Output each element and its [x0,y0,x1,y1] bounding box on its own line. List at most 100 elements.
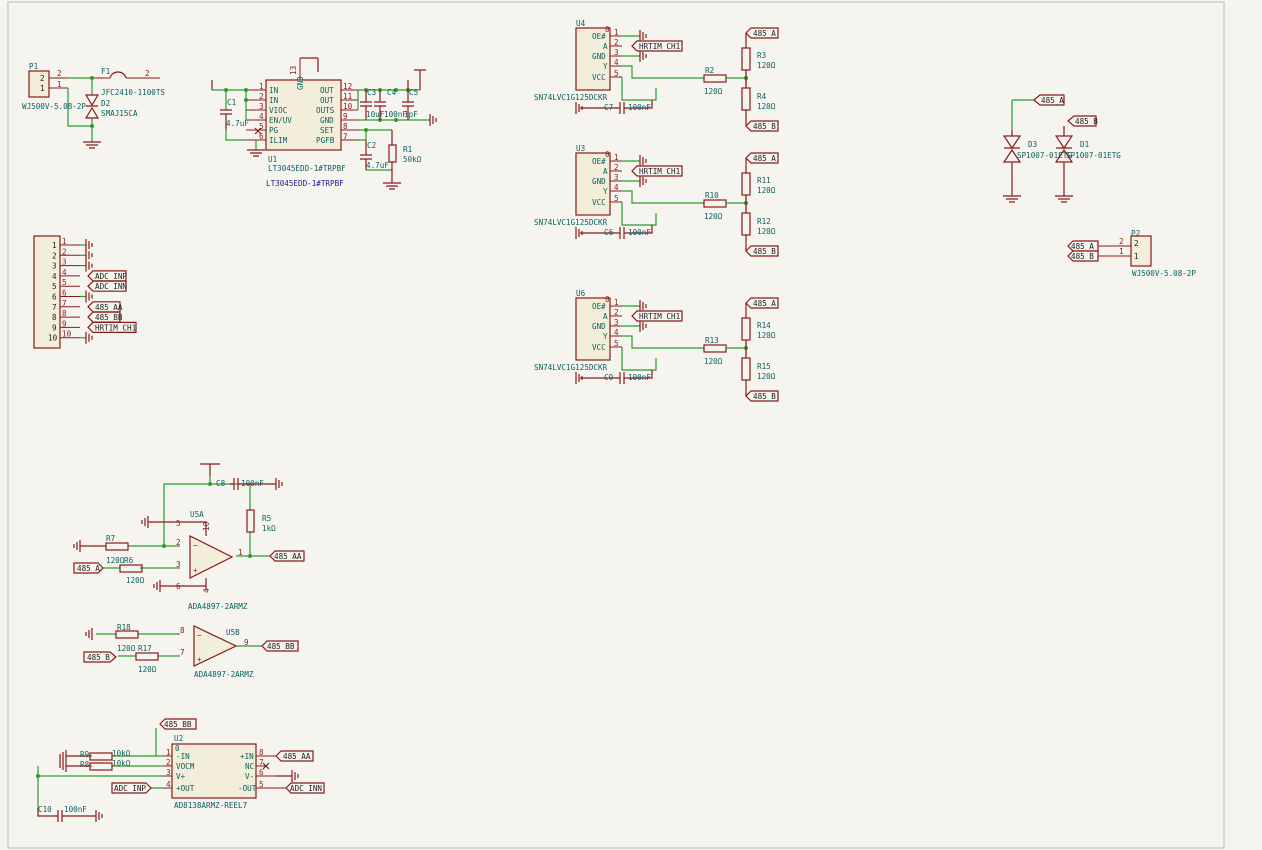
c2-value: 4.7uF [366,161,389,170]
net-label-485-a[interactable]: 485_A [73,562,104,574]
net-label-485-b[interactable]: 485_B [1067,250,1099,262]
buffer-pin-num: 5 [614,194,619,203]
u5b-pin: 9 [244,638,249,647]
minus-sign: − [193,541,198,550]
resistor-value: 120Ω [757,102,776,111]
u1-ref: U1 [268,155,278,164]
c5-value: 1pF [404,110,418,119]
net-label-hrtim-ch1[interactable]: HRTIM_CH1 [87,321,137,333]
conn10-pin: 2 [62,247,67,256]
net-label-adc-inn[interactable]: ADC_INN [87,280,127,292]
r6-ref: R6 [124,556,134,565]
u5a-ref: U5A [190,510,204,519]
buffer-pin-num: 3 [614,318,619,327]
d2-ref: D2 [101,99,110,108]
net-label-text: 485_B [753,247,776,256]
buffer-pin-name: GND [592,52,606,61]
net-label-485-a[interactable]: 485_A [745,27,779,39]
net-label-485-bb[interactable]: 485_BB [261,640,299,652]
resistor-ref: R2 [705,66,714,75]
u2-pin-name: V- [245,772,254,781]
net-label-485-a[interactable]: 485_A [745,297,779,309]
u1-pin-name: GND [320,116,334,125]
resistor-ref: R12 [757,217,771,226]
u1-pin-num: 10 [343,102,353,111]
conn10-inner-pin: 8 [52,313,57,322]
net-label-485-b[interactable]: 485_B [745,120,779,132]
plus-sign: + [197,655,202,664]
net-label-485-b[interactable]: 485_B [745,245,779,257]
net-label-text: 485_B [753,392,776,401]
net-label-485-b[interactable]: 485_B [745,390,779,402]
conn10-pin: 9 [62,319,67,328]
net-label-hrtim-ch1[interactable]: HRTIM_CH1 [631,165,683,177]
u5a-pin: 2 [176,538,181,547]
resistor-ref: R15 [757,362,771,371]
buffer-top-pin: 0 [605,150,610,159]
net-label-485-a[interactable]: 485_A [1033,94,1065,106]
r8-ref: R8 [80,760,90,769]
r18-value: 120Ω [117,644,136,653]
buffer-pin-name: VCC [592,73,606,82]
net-label-485-b[interactable]: 485_B [1067,115,1098,127]
buffer-pin-name: OE# [592,32,606,41]
net-label-text: 485_A [77,564,100,573]
net-label-485-a[interactable]: 485_A [1067,240,1099,252]
f1-pin: 2 [145,69,150,78]
p1-inner-pin-2: 2 [40,74,45,83]
conn10-pin: 6 [62,289,67,298]
u2-pin-name: VOCM [176,762,195,771]
buffer-pin-name: GND [592,177,606,186]
buffer-pin-name: GND [592,322,606,331]
net-label-hrtim-ch1[interactable]: HRTIM_CH1 [631,310,683,322]
d2-value: SMAJ15CA [101,109,138,118]
net-label-485-aa[interactable]: 485_AA [269,550,305,562]
u2-pin-num: 8 [259,748,264,757]
net-label-text: ADC_INN [290,784,322,793]
r17-ref: R17 [138,644,152,653]
resistor-ref: R13 [705,336,719,345]
schematic-canvas[interactable]: P1 2 1 2 1 WJ500V-5.08-2P F1 2 JFC2410-1… [0,0,1262,850]
u1-pin-num: 8 [343,122,348,131]
buffer-pin-name: A [603,312,608,321]
net-label-text: 485_A [753,299,776,308]
resistor-value: 120Ω [757,227,776,236]
r7-ref: R7 [106,534,115,543]
u1-pin-name: IN [269,86,279,95]
buffer-ref: U3 [576,144,585,153]
conn10-inner-pin: 9 [52,323,57,332]
buffer-pin-name: Y [603,62,608,71]
d1-ref: D1 [1080,140,1090,149]
u1-pin-name: OUT [320,86,334,95]
u2-pin-num: 6 [259,768,264,777]
net-label-text: 485_B [1075,117,1098,126]
u1-pin-name: OUTS [316,106,335,115]
p1-value: WJ500V-5.08-2P [22,102,86,111]
buffer-pin-num: 4 [614,58,619,67]
c8-ref: C8 [216,479,226,488]
net-label-hrtim-ch1[interactable]: HRTIM_CH1 [631,40,683,52]
p2-pin: 2 [1119,237,1124,246]
u1-pin-num: 12 [343,82,352,91]
net-label-adc-inn[interactable]: ADC_INN [285,782,325,794]
net-label-adc-inp[interactable]: ADC_INP [87,270,127,282]
u1-top-num: 13 [289,66,298,75]
conn10-inner-pin: 5 [52,282,57,291]
net-label-485-bb[interactable]: 485_BB [87,311,123,323]
net-label-485-b[interactable]: 485_B [83,651,117,663]
p1-pin-1: 1 [57,80,62,89]
net-label-adc-inp[interactable]: ADC_INP [111,782,152,794]
buffer-top-pin: 0 [605,295,610,304]
net-label-text: ADC_INN [95,282,127,291]
c10-ref: C10 [38,805,52,814]
resistor-ref: R14 [757,321,771,330]
net-label-485-aa[interactable]: 485_AA [275,750,314,762]
buffer-pin-name: Y [603,187,608,196]
net-label-485-a[interactable]: 485_A [745,152,779,164]
net-label-485-aa[interactable]: 485_AA [87,301,123,313]
net-label-485-bb[interactable]: 485_BB [159,718,197,730]
p2-value: WJ500V-5.08-2P [1132,269,1196,278]
conn10-inner-pin: 1 [52,241,57,250]
buffer-pin-name: VCC [592,198,606,207]
p2-inner-pin: 2 [1134,239,1139,248]
